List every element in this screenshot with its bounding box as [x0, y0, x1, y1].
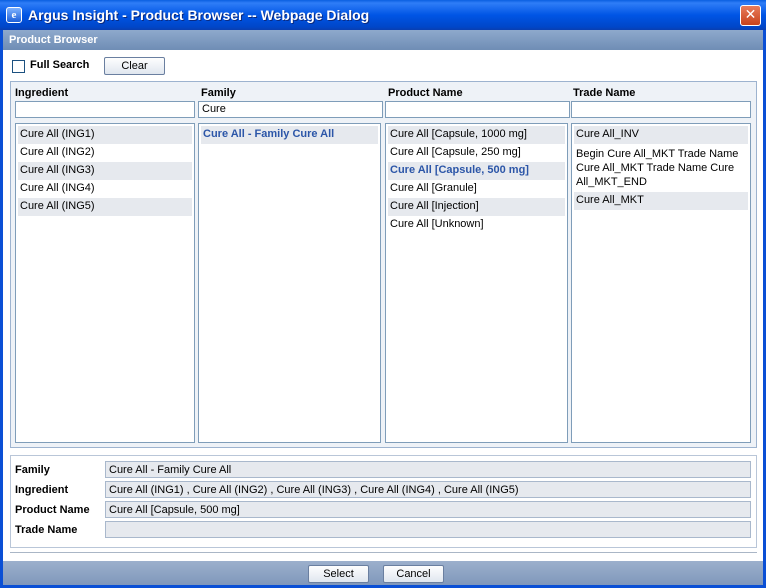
list-item[interactable]: Cure All [Unknown] — [388, 216, 565, 234]
ingredient-header: Ingredient — [15, 87, 69, 99]
clear-button[interactable]: Clear — [104, 57, 165, 75]
list-item[interactable]: Cure All (ING1) — [18, 126, 192, 144]
list-item[interactable]: Cure All (ING4) — [18, 180, 192, 198]
ie-icon: e — [6, 7, 22, 23]
list-item[interactable]: Cure All_MKT — [574, 192, 748, 210]
summary-family-label: Family — [15, 464, 50, 476]
list-item[interactable]: Cure All_INV — [574, 126, 748, 144]
list-item[interactable]: Cure All (ING5) — [18, 198, 192, 216]
family-header: Family — [201, 87, 236, 99]
summary-ingredient-label: Ingredient — [15, 484, 69, 496]
ingredient-list[interactable]: Cure All (ING1) Cure All (ING2) Cure All… — [15, 123, 195, 443]
product-name-list[interactable]: Cure All [Capsule, 1000 mg] Cure All [Ca… — [385, 123, 568, 443]
full-search-checkbox[interactable] — [12, 60, 25, 73]
summary-trade-field — [105, 521, 751, 538]
select-button[interactable]: Select — [308, 565, 369, 583]
full-search-label: Full Search — [30, 59, 90, 71]
trade-name-list[interactable]: Cure All_INV Begin Cure All_MKT Trade Na… — [571, 123, 751, 443]
list-item[interactable]: Cure All [Capsule, 250 mg] — [388, 144, 565, 162]
section-title: Product Browser — [9, 34, 98, 46]
summary-trade-label: Trade Name — [15, 524, 78, 536]
list-item[interactable]: Cure All [Capsule, 500 mg] — [388, 162, 565, 180]
list-item[interactable]: Cure All [Granule] — [388, 180, 565, 198]
section-header: Product Browser — [3, 30, 763, 50]
trade-name-header: Trade Name — [573, 87, 636, 99]
summary-product-label: Product Name — [15, 504, 90, 516]
ingredient-filter-input[interactable] — [15, 101, 195, 118]
list-item[interactable]: Cure All (ING2) — [18, 144, 192, 162]
list-item[interactable]: Cure All (ING3) — [18, 162, 192, 180]
summary-ingredient-field: Cure All (ING1) , Cure All (ING2) , Cure… — [105, 481, 751, 498]
window-titlebar: e Argus Insight - Product Browser -- Web… — [0, 0, 766, 30]
summary-family-field: Cure All - Family Cure All — [105, 461, 751, 478]
cancel-button[interactable]: Cancel — [383, 565, 444, 583]
list-item[interactable]: Cure All [Capsule, 1000 mg] — [388, 126, 565, 144]
family-list[interactable]: Cure All - Family Cure All — [198, 123, 381, 443]
close-button[interactable]: ✕ — [740, 5, 761, 26]
product-name-filter-input[interactable] — [385, 101, 570, 118]
list-item[interactable]: Cure All - Family Cure All — [201, 126, 378, 144]
family-filter-input[interactable]: Cure — [198, 101, 383, 118]
list-item[interactable]: Cure All [Injection] — [388, 198, 565, 216]
window-title: Argus Insight - Product Browser -- Webpa… — [28, 7, 370, 23]
product-name-header: Product Name — [388, 87, 463, 99]
summary-product-field: Cure All [Capsule, 500 mg] — [105, 501, 751, 518]
divider — [10, 552, 757, 553]
trade-name-filter-input[interactable] — [571, 101, 751, 118]
list-item[interactable]: Begin Cure All_MKT Trade Name Cure All_M… — [574, 144, 748, 192]
